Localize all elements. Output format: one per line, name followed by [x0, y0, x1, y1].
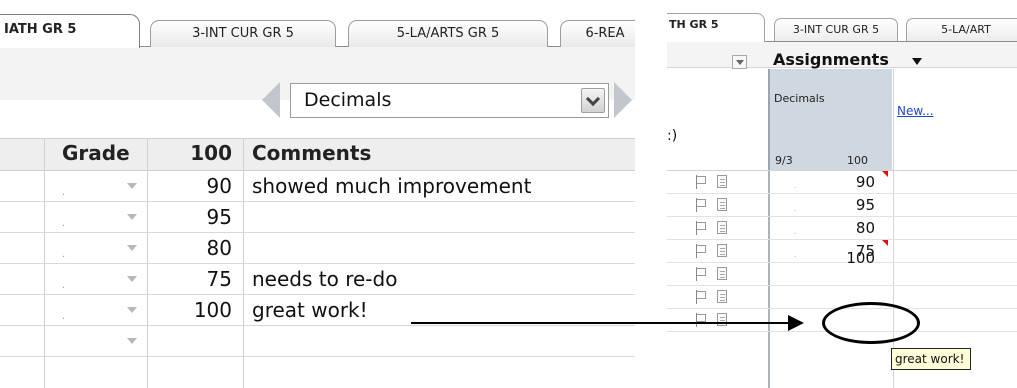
previous-assignment-arrow-icon[interactable] [262, 82, 280, 118]
note-icon[interactable] [717, 267, 727, 280]
assignment-name: Decimals [774, 92, 825, 105]
score-cell[interactable]: 90 [178, 174, 232, 198]
table-row [0, 326, 635, 357]
comment-cell[interactable]: great work! [252, 298, 368, 322]
tab-math-gr5[interactable]: IATH GR 5 [0, 14, 140, 48]
grade-dropdown-icon[interactable] [127, 183, 137, 189]
callout-arrow-line [411, 322, 795, 324]
score-cell[interactable]: 95 [178, 205, 232, 229]
grade-value: . [794, 227, 797, 236]
next-assignment-arrow-icon[interactable] [614, 82, 632, 118]
tab-rea-gr5[interactable]: 6-REA [560, 20, 635, 47]
flag-icon[interactable] [696, 221, 707, 235]
grade-dropdown-icon[interactable] [127, 245, 137, 251]
table-row: . 75 needs to re-do [0, 264, 635, 295]
grade-value: . [62, 249, 66, 260]
score-cell[interactable]: 80 [827, 219, 875, 237]
score-cell[interactable]: 80 [178, 236, 232, 260]
highlight-ellipse [822, 302, 920, 344]
grade-value: . [794, 250, 797, 259]
assignment-points: 100 [847, 154, 868, 167]
comment-tooltip: great work! [891, 348, 971, 370]
flag-icon[interactable] [696, 244, 707, 258]
truncated-header-text: :) [667, 128, 678, 144]
table-row: . 90 showed much improvement [0, 171, 635, 202]
grade-dropdown-icon[interactable] [127, 338, 137, 344]
score-cell[interactable]: 90 [827, 173, 875, 191]
gradebook-panel-left: IATH GR 5 3-INT CUR GR 5 5-LA/ARTS GR 5 … [0, 0, 635, 388]
tab-la-arts-gr5[interactable]: 5-LA/ARTS GR 5 [348, 20, 548, 47]
table-row: 100 [667, 249, 1017, 286]
score-cell[interactable]: 95 [827, 196, 875, 214]
comment-indicator-icon [882, 240, 888, 246]
class-tab-strip: IATH GR 5 3-INT CUR GR 5 5-LA/ARTS GR 5 … [0, 0, 635, 48]
assignment-select-value: Decimals [304, 89, 392, 111]
note-icon[interactable] [717, 175, 727, 188]
comment-cell[interactable]: showed much improvement [252, 174, 531, 198]
tab-math-gr5[interactable]: TH GR 5 [667, 13, 765, 42]
table-row: . 95 [0, 202, 635, 233]
score-cell[interactable]: 100 [827, 249, 875, 267]
grade-dropdown-icon[interactable] [127, 276, 137, 282]
assignment-date: 9/3 [775, 154, 793, 167]
column-menu-button[interactable] [732, 55, 747, 69]
grade-value: . [794, 181, 797, 190]
grade-dropdown-icon[interactable] [127, 307, 137, 313]
note-icon[interactable] [717, 198, 727, 211]
note-icon[interactable] [717, 290, 727, 303]
assignment-select[interactable]: Decimals [290, 83, 609, 118]
flag-icon[interactable] [696, 267, 707, 281]
flag-icon[interactable] [696, 290, 707, 304]
score-cell[interactable]: 75 [178, 267, 232, 291]
chevron-down-icon [585, 91, 601, 107]
assignments-menu[interactable]: Assignments [773, 50, 889, 69]
tab-int-cur-gr5[interactable]: 3-INT CUR GR 5 [150, 20, 336, 47]
comment-indicator-icon [882, 171, 888, 177]
comments-column-header[interactable]: Comments [252, 141, 371, 165]
grade-value: . [62, 311, 66, 322]
note-icon[interactable] [717, 221, 727, 234]
assignments-dropdown-icon[interactable] [912, 58, 922, 65]
tab-la-arts-gr5[interactable]: 5-LA/ART [906, 18, 1017, 41]
grade-dropdown-icon[interactable] [127, 214, 137, 220]
flag-icon[interactable] [696, 313, 707, 327]
table-row: . 95 [667, 194, 1017, 217]
grade-value: . [62, 218, 66, 229]
table-row: . 80 [667, 217, 1017, 240]
grade-value: . [62, 187, 66, 198]
flag-icon[interactable] [696, 198, 707, 212]
grade-value: . [794, 204, 797, 213]
arrowhead-icon [788, 315, 804, 331]
chevron-down-icon [736, 60, 744, 65]
flag-icon[interactable] [696, 175, 707, 189]
score-cell[interactable]: 100 [178, 298, 232, 322]
table-row: . 80 [0, 233, 635, 264]
note-icon[interactable] [717, 244, 727, 257]
tab-int-cur-gr5[interactable]: 3-INT CUR GR 5 [774, 18, 898, 41]
assignment-select-button[interactable] [581, 88, 605, 113]
new-assignment-link[interactable]: New... [897, 104, 934, 118]
note-icon[interactable] [717, 313, 727, 326]
table-row: . 90 [667, 171, 1017, 194]
points-column-header: 100 [190, 141, 232, 165]
grade-value: . [62, 280, 66, 291]
grade-column-header[interactable]: Grade [62, 141, 130, 165]
comment-cell[interactable]: needs to re-do [252, 267, 397, 291]
